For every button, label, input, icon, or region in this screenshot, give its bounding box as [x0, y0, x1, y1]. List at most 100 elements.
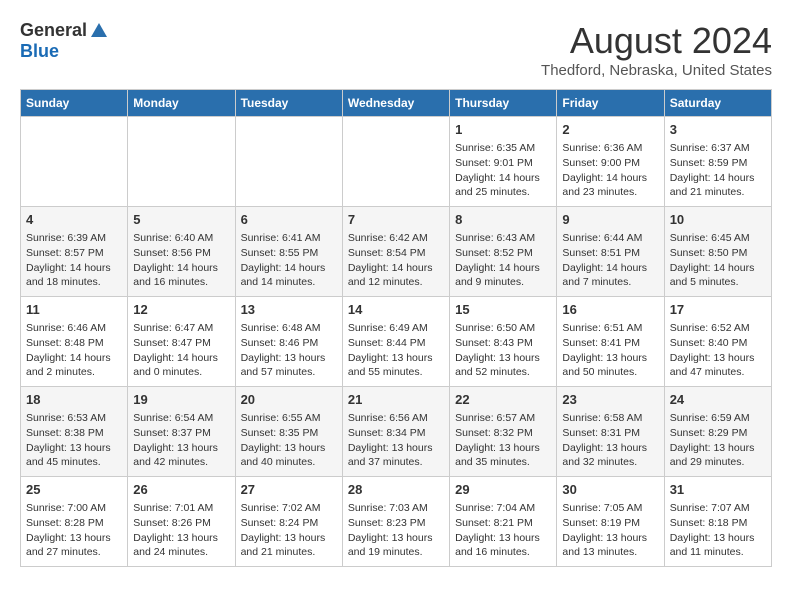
sunset-text: Sunset: 8:28 PM	[26, 517, 104, 529]
day-number: 21	[348, 391, 444, 409]
sunset-text: Sunset: 8:44 PM	[348, 337, 426, 349]
sunrise-text: Sunrise: 6:39 AM	[26, 232, 106, 244]
calendar-cell	[21, 117, 128, 207]
calendar-week-row-2: 4Sunrise: 6:39 AMSunset: 8:57 PMDaylight…	[21, 207, 772, 297]
calendar-cell: 29 Sunrise: 7:04 AM Sunset: 8:21 PM Dayligh…	[450, 477, 557, 567]
calendar-cell	[342, 117, 449, 207]
calendar-cell: 3Sunrise: 6:37 AMSunset: 8:59 PMDaylight…	[664, 117, 771, 207]
daylight-text: Daylight: 13 hours and 57 minutes.	[241, 352, 326, 379]
sunrise-text: Sunrise: 6:50 AM	[455, 322, 535, 334]
calendar-cell	[235, 117, 342, 207]
day-number: 1	[455, 121, 551, 139]
calendar-cell: 8Sunrise: 6:43 AMSunset: 8:52 PMDaylight…	[450, 207, 557, 297]
calendar-cell: 15Sunrise: 6:50 AMSunset: 8:43 PMDayligh…	[450, 297, 557, 387]
sunset-text: Sunset: 8:56 PM	[133, 247, 211, 259]
calendar-cell: 2 Sunrise: 6:36 AM Sunset: 9:00 PM Daylight…	[557, 117, 664, 207]
calendar-cell: 17Sunrise: 6:52 AMSunset: 8:40 PMDayligh…	[664, 297, 771, 387]
sunrise-text: Sunrise: 6:53 AM	[26, 412, 106, 424]
daylight-text: Daylight: 13 hours and 40 minutes.	[241, 442, 326, 469]
day-number: 23	[562, 391, 658, 409]
column-header-saturday: Saturday	[664, 90, 771, 117]
sunset-text: Sunset: 8:35 PM	[241, 427, 319, 439]
sunrise-text: Sunrise: 7:04 AM	[455, 502, 535, 514]
sunrise-text: Sunrise: 6:45 AM	[670, 232, 750, 244]
sunrise-text: Sunrise: 6:41 AM	[241, 232, 321, 244]
day-number: 15	[455, 301, 551, 319]
daylight-text: Daylight: 13 hours and 55 minutes.	[348, 352, 433, 379]
daylight-text: Daylight: 14 hours and 2 minutes.	[26, 352, 111, 379]
sunrise-text: Sunrise: 6:58 AM	[562, 412, 642, 424]
day-number: 4	[26, 211, 122, 229]
sunrise-text: Sunrise: 7:01 AM	[133, 502, 213, 514]
day-number: 25	[26, 481, 122, 499]
day-number: 29	[455, 481, 551, 499]
calendar-cell: 30Sunrise: 7:05 AMSunset: 8:19 PMDayligh…	[557, 477, 664, 567]
column-header-friday: Friday	[557, 90, 664, 117]
daylight-text: Daylight: 13 hours and 29 minutes.	[670, 442, 755, 469]
day-number: 30	[562, 481, 658, 499]
column-header-sunday: Sunday	[21, 90, 128, 117]
daylight-text: Daylight: 13 hours and 35 minutes.	[455, 442, 540, 469]
logo-general-text: General	[20, 20, 87, 41]
sunset-text: Sunset: 9:01 PM	[455, 157, 533, 169]
sunrise-text: Sunrise: 6:48 AM	[241, 322, 321, 334]
calendar-week-row-5: 25Sunrise: 7:00 AMSunset: 8:28 PMDayligh…	[21, 477, 772, 567]
daylight-text: Daylight: 14 hours and 23 minutes.	[562, 172, 647, 199]
daylight-text: Daylight: 13 hours and 19 minutes.	[348, 532, 433, 559]
sunset-text: Sunset: 8:24 PM	[241, 517, 319, 529]
sunrise-text: Sunrise: 6:35 AM	[455, 142, 535, 154]
sunset-text: Sunset: 8:29 PM	[670, 427, 748, 439]
sunrise-text: Sunrise: 6:36 AM	[562, 142, 642, 154]
daylight-text: Daylight: 13 hours and 16 minutes.	[455, 532, 540, 559]
day-number: 27	[241, 481, 337, 499]
calendar-cell: 16Sunrise: 6:51 AMSunset: 8:41 PMDayligh…	[557, 297, 664, 387]
calendar-cell	[128, 117, 235, 207]
daylight-text: Daylight: 13 hours and 13 minutes.	[562, 532, 647, 559]
daylight-text: Daylight: 13 hours and 24 minutes.	[133, 532, 218, 559]
sunset-text: Sunset: 8:46 PM	[241, 337, 319, 349]
calendar-cell: 21Sunrise: 6:56 AMSunset: 8:34 PMDayligh…	[342, 387, 449, 477]
sunrise-text: Sunrise: 6:43 AM	[455, 232, 535, 244]
calendar-cell: 7Sunrise: 6:42 AMSunset: 8:54 PMDaylight…	[342, 207, 449, 297]
calendar-cell: 14Sunrise: 6:49 AMSunset: 8:44 PMDayligh…	[342, 297, 449, 387]
daylight-text: Daylight: 13 hours and 50 minutes.	[562, 352, 647, 379]
day-number: 31	[670, 481, 766, 499]
calendar-cell: 10Sunrise: 6:45 AMSunset: 8:50 PMDayligh…	[664, 207, 771, 297]
sunrise-text: Sunrise: 6:55 AM	[241, 412, 321, 424]
column-header-wednesday: Wednesday	[342, 90, 449, 117]
daylight-text: Daylight: 13 hours and 27 minutes.	[26, 532, 111, 559]
day-number: 22	[455, 391, 551, 409]
sunset-text: Sunset: 8:34 PM	[348, 427, 426, 439]
day-number: 16	[562, 301, 658, 319]
calendar-cell: 19Sunrise: 6:54 AMSunset: 8:37 PMDayligh…	[128, 387, 235, 477]
sunset-text: Sunset: 8:38 PM	[26, 427, 104, 439]
calendar-cell: 20Sunrise: 6:55 AMSunset: 8:35 PMDayligh…	[235, 387, 342, 477]
sunset-text: Sunset: 8:59 PM	[670, 157, 748, 169]
sunrise-text: Sunrise: 6:44 AM	[562, 232, 642, 244]
sunset-text: Sunset: 8:40 PM	[670, 337, 748, 349]
day-number: 12	[133, 301, 229, 319]
calendar-cell: 22 Sunrise: 6:57 AM Sunset: 8:32 PM Dayligh…	[450, 387, 557, 477]
calendar-cell: 9Sunrise: 6:44 AMSunset: 8:51 PMDaylight…	[557, 207, 664, 297]
sunset-text: Sunset: 8:19 PM	[562, 517, 640, 529]
sunrise-text: Sunrise: 7:03 AM	[348, 502, 428, 514]
day-number: 28	[348, 481, 444, 499]
day-number: 26	[133, 481, 229, 499]
sunset-text: Sunset: 8:21 PM	[455, 517, 533, 529]
daylight-text: Daylight: 14 hours and 12 minutes.	[348, 262, 433, 289]
logo-icon	[89, 21, 109, 41]
sunrise-text: Sunrise: 6:57 AM	[455, 412, 535, 424]
day-number: 9	[562, 211, 658, 229]
sunrise-text: Sunrise: 6:51 AM	[562, 322, 642, 334]
daylight-text: Daylight: 14 hours and 0 minutes.	[133, 352, 218, 379]
sunrise-text: Sunrise: 6:47 AM	[133, 322, 213, 334]
calendar-header-row: SundayMondayTuesdayWednesdayThursdayFrid…	[21, 90, 772, 117]
daylight-text: Daylight: 14 hours and 9 minutes.	[455, 262, 540, 289]
calendar-cell: 12Sunrise: 6:47 AMSunset: 8:47 PMDayligh…	[128, 297, 235, 387]
sunset-text: Sunset: 8:48 PM	[26, 337, 104, 349]
calendar-cell: 6Sunrise: 6:41 AMSunset: 8:55 PMDaylight…	[235, 207, 342, 297]
sunset-text: Sunset: 8:32 PM	[455, 427, 533, 439]
day-number: 2	[562, 121, 658, 139]
calendar-cell: 23Sunrise: 6:58 AMSunset: 8:31 PMDayligh…	[557, 387, 664, 477]
sunset-text: Sunset: 9:00 PM	[562, 157, 640, 169]
